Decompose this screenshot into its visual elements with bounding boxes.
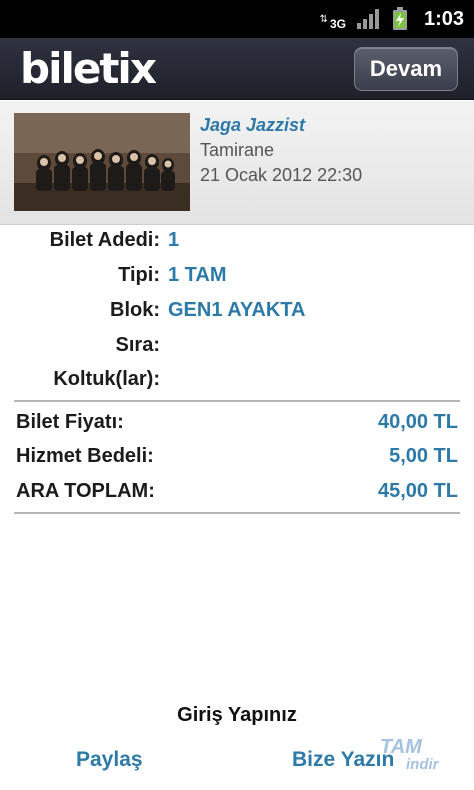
divider bbox=[14, 400, 460, 402]
signal-strength-icon bbox=[356, 9, 379, 29]
subtotal-value: 45,00 TL bbox=[377, 480, 458, 502]
watermark-line2: indir bbox=[406, 756, 439, 773]
block-label: Blok: bbox=[110, 299, 160, 321]
ticket-type-value: 1 TAM bbox=[168, 264, 227, 286]
event-venue: Tamirane bbox=[200, 140, 275, 160]
ticket-type-row: Tipi: 1 TAM bbox=[0, 264, 474, 294]
ticket-price-label: Bilet Fiyatı: bbox=[16, 411, 124, 433]
seats-label: Koltuk(lar): bbox=[53, 368, 160, 390]
block-value: GEN1 AYAKTA bbox=[168, 299, 306, 321]
block-row: Blok: GEN1 AYAKTA bbox=[0, 299, 474, 329]
seats-row: Koltuk(lar): bbox=[0, 368, 474, 398]
seat-row-label: Sıra: bbox=[115, 334, 160, 356]
ticket-price-value: 40,00 TL bbox=[377, 411, 458, 433]
event-date: 21 Ocak 2012 22:30 bbox=[200, 165, 363, 185]
service-fee-row: Hizmet Bedeli: 5,00 TL bbox=[0, 445, 474, 475]
subtotal-label: ARA TOPLAM: bbox=[16, 480, 155, 502]
divider bbox=[14, 512, 460, 514]
ticket-count-row: Bilet Adedi: 1 bbox=[0, 229, 474, 259]
seat-row-row: Sıra: bbox=[0, 334, 474, 364]
subtotal-row: ARA TOPLAM: 45,00 TL bbox=[0, 480, 474, 510]
service-fee-value: 5,00 TL bbox=[389, 445, 458, 467]
battery-charging-icon bbox=[392, 7, 407, 30]
biletix-logo: biletix bbox=[20, 44, 157, 93]
login-link[interactable]: Giriş Yapınız bbox=[0, 704, 474, 727]
network-3g-icon: ⇅ 3G bbox=[319, 13, 346, 31]
app-header: biletix Devam bbox=[0, 38, 474, 100]
clock: 1:03 bbox=[423, 7, 464, 30]
ticket-type-label: Tipi: bbox=[118, 264, 160, 286]
event-info: Jaga Jazzist Tamirane 21 Ocak 2012 22:30 bbox=[200, 115, 362, 186]
continue-button[interactable]: Devam bbox=[354, 47, 458, 91]
event-card: Jaga Jazzist Tamirane 21 Ocak 2012 22:30 bbox=[0, 101, 474, 225]
event-title[interactable]: Jaga Jazzist bbox=[200, 115, 362, 136]
ticket-count-label: Bilet Adedi: bbox=[49, 229, 160, 251]
contact-link[interactable]: Bize Yazın bbox=[292, 748, 394, 772]
ticket-count-value: 1 bbox=[168, 229, 180, 251]
status-icons: ⇅ 3G 1:03 bbox=[320, 6, 464, 32]
ticket-price-row: Bilet Fiyatı: 40,00 TL bbox=[0, 411, 474, 441]
event-photo bbox=[14, 113, 190, 211]
status-bar: ⇅ 3G 1:03 bbox=[0, 0, 474, 38]
service-fee-label: Hizmet Bedeli: bbox=[16, 445, 154, 467]
share-link[interactable]: Paylaş bbox=[76, 748, 143, 772]
